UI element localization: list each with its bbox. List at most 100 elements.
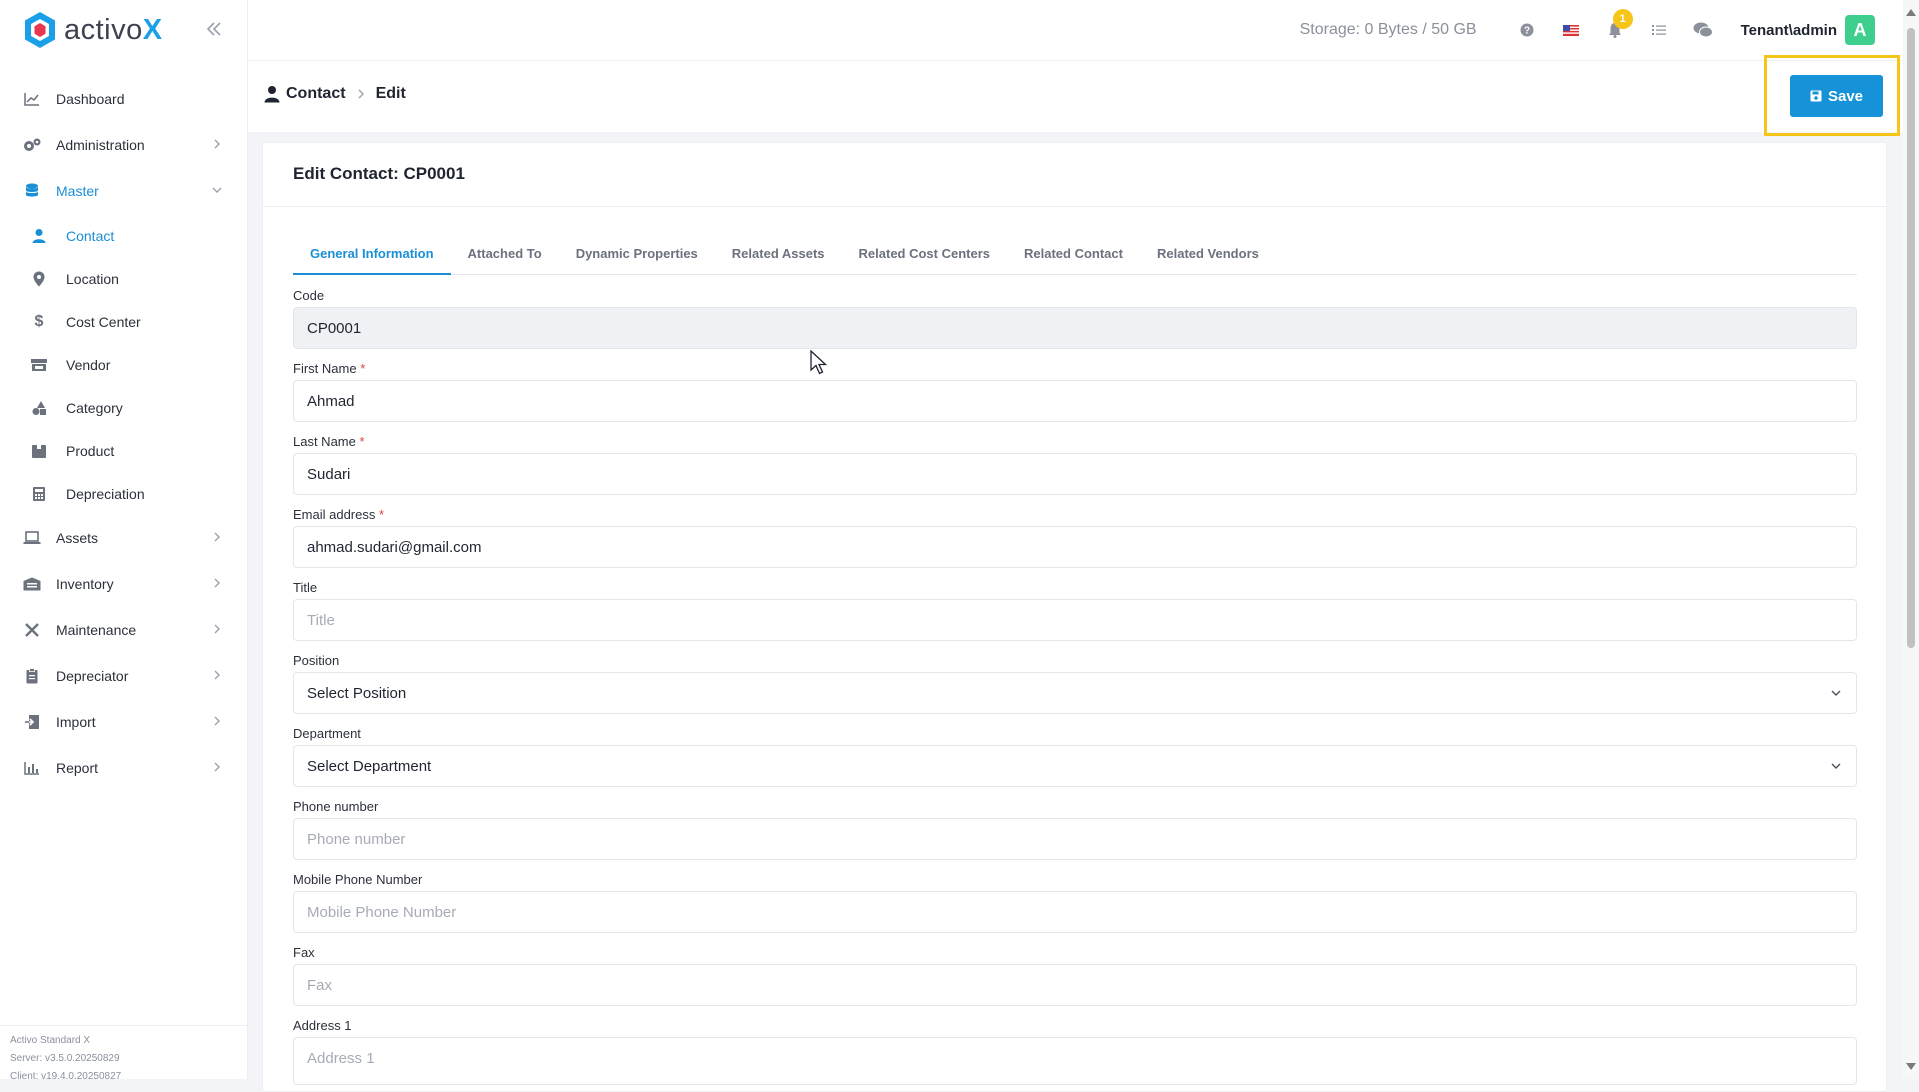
scrollbar-thumb[interactable] [1907, 28, 1915, 648]
first-name-label: First Name * [293, 361, 366, 376]
tab-related-cost-centers[interactable]: Related Cost Centers [842, 243, 1007, 275]
tab-related-assets[interactable]: Related Assets [715, 243, 842, 275]
map-pin-icon [30, 270, 48, 288]
chevron-down-icon [212, 187, 222, 193]
store-icon [30, 356, 48, 374]
sidebar-subitem-label: Category [66, 399, 123, 416]
tab-related-contact[interactable]: Related Contact [1007, 243, 1140, 275]
server-version: Server: v3.5.0.20250829 [10, 1053, 120, 1064]
mobile-phone-label: Mobile Phone Number [293, 872, 423, 887]
mobile-phone-input[interactable]: Mobile Phone Number [293, 891, 1857, 933]
box-icon [30, 442, 48, 460]
phone-field-group: Phone number Phone number [293, 799, 1857, 860]
tab-general-information[interactable]: General Information [293, 243, 451, 275]
sidebar-subitem-vendor[interactable]: Vendor [0, 343, 247, 386]
sidebar-item-label: Report [56, 760, 99, 776]
help-icon[interactable]: ? [1517, 20, 1537, 40]
chevron-right-icon [214, 762, 220, 772]
chevron-right-icon [214, 139, 220, 149]
email-field-group: Email address * ahmad.sudari@gmail.com [293, 507, 1857, 568]
calculator-icon [30, 485, 48, 503]
sidebar-item-label: Master [56, 183, 99, 199]
title-input[interactable]: Title [293, 599, 1857, 641]
chat-icon[interactable] [1693, 20, 1713, 40]
sidebar-subitem-cost-center[interactable]: $ Cost Center [0, 300, 247, 343]
sidebar-subitem-depreciation[interactable]: Depreciation [0, 472, 247, 515]
top-bar: Storage: 0 Bytes / 50 GB ? 1 Tenant\admi… [248, 0, 1903, 60]
tab-attached-to[interactable]: Attached To [451, 243, 559, 275]
sidebar-item-label: Maintenance [56, 622, 137, 638]
sidebar-subitem-contact[interactable]: Contact [0, 214, 247, 257]
task-list-icon[interactable] [1649, 20, 1669, 40]
mouse-cursor-icon [810, 350, 828, 375]
breadcrumb-root[interactable]: Contact [286, 85, 346, 103]
position-field-group: Position Select Position [293, 653, 1857, 714]
sidebar-item-administration[interactable]: Administration [0, 122, 247, 168]
tab-related-vendors[interactable]: Related Vendors [1140, 243, 1276, 275]
sidebar-item-dashboard[interactable]: Dashboard [0, 76, 247, 122]
last-name-input[interactable]: Sudari [293, 453, 1857, 495]
title-label: Title [293, 580, 318, 595]
version-info: Activo Standard X Server: v3.5.0.2025082… [0, 1025, 248, 1082]
chevron-down-icon [1831, 690, 1841, 696]
last-name-field-group: Last Name * Sudari [293, 434, 1857, 495]
tab-dynamic-properties[interactable]: Dynamic Properties [559, 243, 715, 275]
brand-name: activoX [64, 13, 163, 46]
clipboard-icon [22, 667, 42, 685]
code-input: CP0001 [293, 307, 1857, 349]
sidebar-item-import[interactable]: Import [0, 699, 247, 745]
sidebar-subitem-label: Vendor [66, 356, 111, 373]
edit-contact-card: Edit Contact: CP0001 General Information… [262, 142, 1887, 1092]
code-field-group: Code CP0001 [293, 288, 1857, 349]
sidebar-subitem-label: Product [66, 442, 115, 459]
breadcrumb: Contact Edit [264, 85, 406, 103]
sidebar-item-label: Import [56, 714, 96, 730]
position-select-value: Select Position [307, 684, 407, 702]
laptop-icon [22, 529, 42, 547]
sidebar-item-master[interactable]: Master [0, 168, 247, 214]
chevron-right-icon [358, 89, 364, 99]
sidebar-item-depreciator[interactable]: Depreciator [0, 653, 247, 699]
bell-icon[interactable]: 1 [1605, 9, 1633, 40]
import-icon [22, 713, 42, 731]
user-name[interactable]: Tenant\admin [1741, 22, 1837, 39]
address1-textarea[interactable]: Address 1 [293, 1037, 1857, 1085]
sidebar-subitem-category[interactable]: Category [0, 386, 247, 429]
sidebar-item-report[interactable]: Report [0, 745, 247, 791]
position-select[interactable]: Select Position [293, 672, 1857, 714]
sidebar-subitem-product[interactable]: Product [0, 429, 247, 472]
phone-input[interactable]: Phone number [293, 818, 1857, 860]
fax-input[interactable]: Fax [293, 964, 1857, 1006]
user-icon [30, 227, 48, 245]
first-name-input[interactable]: Ahmad [293, 380, 1857, 422]
tab-bar: General Information Attached To Dynamic … [293, 243, 1857, 275]
department-select[interactable]: Select Department [293, 745, 1857, 787]
us-flag-icon[interactable] [1561, 20, 1581, 40]
page-scrollbar[interactable] [1903, 0, 1919, 1079]
collapse-sidebar-icon[interactable] [203, 18, 225, 40]
chevron-right-icon [214, 670, 220, 680]
sidebar-item-label: Depreciator [56, 668, 129, 684]
save-button[interactable]: Save [1790, 75, 1883, 117]
chart-line-icon [22, 90, 42, 108]
sidebar-subitem-label: Location [66, 270, 119, 287]
page-title: Edit Contact: CP0001 [263, 143, 1886, 207]
warehouse-icon [22, 575, 42, 593]
client-version: Client: v19.4.0.20250827 [10, 1071, 122, 1082]
sidebar-subitem-location[interactable]: Location [0, 257, 247, 300]
brand[interactable]: activoX [0, 0, 247, 60]
shapes-icon [30, 399, 48, 417]
sidebar-item-inventory[interactable]: Inventory [0, 561, 247, 607]
address1-field-group: Address 1 Address 1 [293, 1018, 1857, 1085]
logo-icon [25, 12, 55, 48]
scroll-down-arrow-icon[interactable] [1903, 1059, 1919, 1073]
dollar-icon: $ [34, 312, 44, 330]
email-input[interactable]: ahmad.sudari@gmail.com [293, 526, 1857, 568]
chevron-right-icon [214, 578, 220, 588]
notification-badge: 1 [1612, 9, 1633, 29]
department-field-group: Department Select Department [293, 726, 1857, 787]
avatar[interactable]: A [1845, 15, 1875, 45]
scroll-up-arrow-icon[interactable] [1903, 6, 1919, 20]
sidebar-item-maintenance[interactable]: Maintenance [0, 607, 247, 653]
sidebar-item-assets[interactable]: Assets [0, 515, 247, 561]
